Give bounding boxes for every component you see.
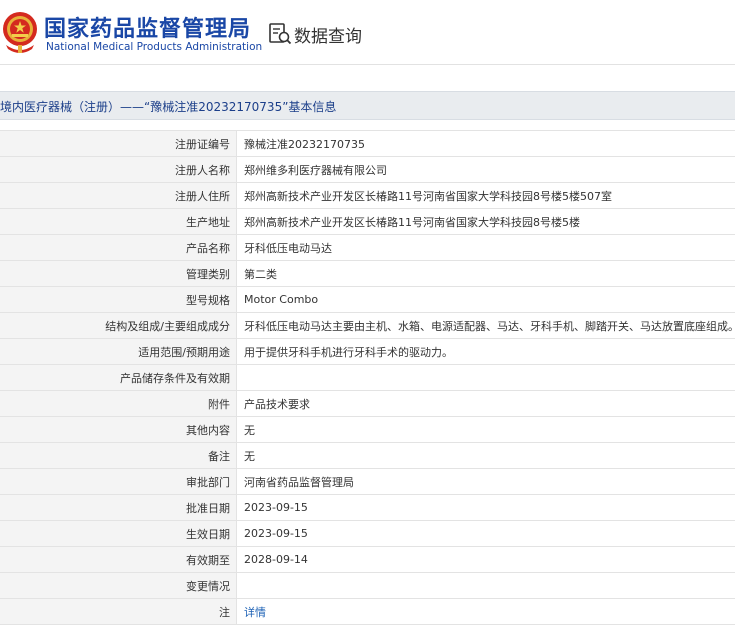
document-search-icon (269, 23, 292, 45)
table-row: 审批部门 河南省药品监督管理局 (0, 468, 735, 495)
field-value: Motor Combo (236, 286, 735, 313)
agency-name-chinese: 国家药品监督管理局 (44, 17, 252, 42)
table-row: 备注无 (0, 442, 735, 469)
device-info-table: 注册证编号 豫械注准20232170735 注册人名称 郑州维多利医疗器械有限公司 注册… (0, 130, 735, 625)
section-title: 境内医疗器械（注册）——“豫械注准20232170735”基本信息 (0, 100, 337, 114)
field-value (236, 572, 735, 599)
field-label: 适用范围/预期用途 (0, 338, 237, 365)
field-value: 无 (236, 442, 735, 469)
table-row: 注册人住所 郑州高新技术产业开发区长椿路11号河南省国家大学科技园8号楼5楼507… (0, 182, 735, 209)
field-label: 注册证编号 (0, 130, 237, 157)
field-label: 生效日期 (0, 520, 237, 547)
table-row: 结构及组成/主要组成成分 牙科低压电动马达主要由主机、水箱、电源适配器、马达、牙科… (0, 312, 735, 339)
field-label: 管理类别 (0, 260, 237, 287)
field-label: 注 (0, 598, 237, 625)
table-row: 生产地址 郑州高新技术产业开发区长椿路11号河南省国家大学科技园8号楼5楼 (0, 208, 735, 235)
field-label: 变更情况 (0, 572, 237, 599)
table-row: 适用范围/预期用途 用于提供牙科手机进行牙科手术的驱动力。 (0, 338, 735, 365)
field-label: 产品储存条件及有效期 (0, 364, 237, 391)
table-row: 产品储存条件及有效期 (0, 364, 735, 391)
field-value: 2023-09-15 (236, 494, 735, 521)
field-value: 产品技术要求 (236, 390, 735, 417)
table-row: 注详情 (0, 598, 735, 625)
field-value: 郑州维多利医疗器械有限公司 (236, 156, 735, 183)
field-label: 备注 (0, 442, 237, 469)
section-header: 境内医疗器械（注册）——“豫械注准20232170735”基本信息 (0, 91, 735, 120)
details-link[interactable]: 详情 (236, 598, 735, 625)
field-value: 郑州高新技术产业开发区长椿路11号河南省国家大学科技园8号楼5楼507室 (236, 182, 735, 209)
table-row: 产品名称 牙科低压电动马达 (0, 234, 735, 261)
field-value (236, 364, 735, 391)
field-value: 无 (236, 416, 735, 443)
field-value: 牙科低压电动马达主要由主机、水箱、电源适配器、马达、牙科手机、脚踏开关、马达放置… (236, 312, 735, 339)
table-row: 变更情况 (0, 572, 735, 599)
page-title: 数据查询 (294, 27, 362, 47)
field-label: 结构及组成/主要组成成分 (0, 312, 237, 339)
table-row: 有效期至 2028-09-14 (0, 546, 735, 573)
field-value: 郑州高新技术产业开发区长椿路11号河南省国家大学科技园8号楼5楼 (236, 208, 735, 235)
field-label: 生产地址 (0, 208, 237, 235)
agency-name-english: National Medical Products Administration (46, 41, 263, 53)
table-row: 生效日期 2023-09-15 (0, 520, 735, 547)
table-row: 批准日期 2023-09-15 (0, 494, 735, 521)
table-row: 其他内容无 (0, 416, 735, 443)
field-value: 用于提供牙科手机进行牙科手术的驱动力。 (236, 338, 735, 365)
field-label: 有效期至 (0, 546, 237, 573)
field-value: 第二类 (236, 260, 735, 287)
field-value: 河南省药品监督管理局 (236, 468, 735, 495)
table-row: 型号规格 Motor Combo (0, 286, 735, 313)
field-value: 2023-09-15 (236, 520, 735, 547)
site-header: 国家药品监督管理局 National Medical Products Admi… (0, 0, 735, 65)
field-label: 注册人住所 (0, 182, 237, 209)
field-label: 其他内容 (0, 416, 237, 443)
field-value: 牙科低压电动马达 (236, 234, 735, 261)
table-row: 附件 产品技术要求 (0, 390, 735, 417)
field-label: 型号规格 (0, 286, 237, 313)
field-label: 批准日期 (0, 494, 237, 521)
field-label: 附件 (0, 390, 237, 417)
field-label: 注册人名称 (0, 156, 237, 183)
field-value: 豫械注准20232170735 (236, 130, 735, 157)
national-emblem-icon (3, 12, 37, 53)
table-row: 注册证编号 豫械注准20232170735 (0, 130, 735, 157)
table-row: 管理类别 第二类 (0, 260, 735, 287)
field-label: 产品名称 (0, 234, 237, 261)
field-label: 审批部门 (0, 468, 237, 495)
table-row: 注册人名称 郑州维多利医疗器械有限公司 (0, 156, 735, 183)
field-value: 2028-09-14 (236, 546, 735, 573)
